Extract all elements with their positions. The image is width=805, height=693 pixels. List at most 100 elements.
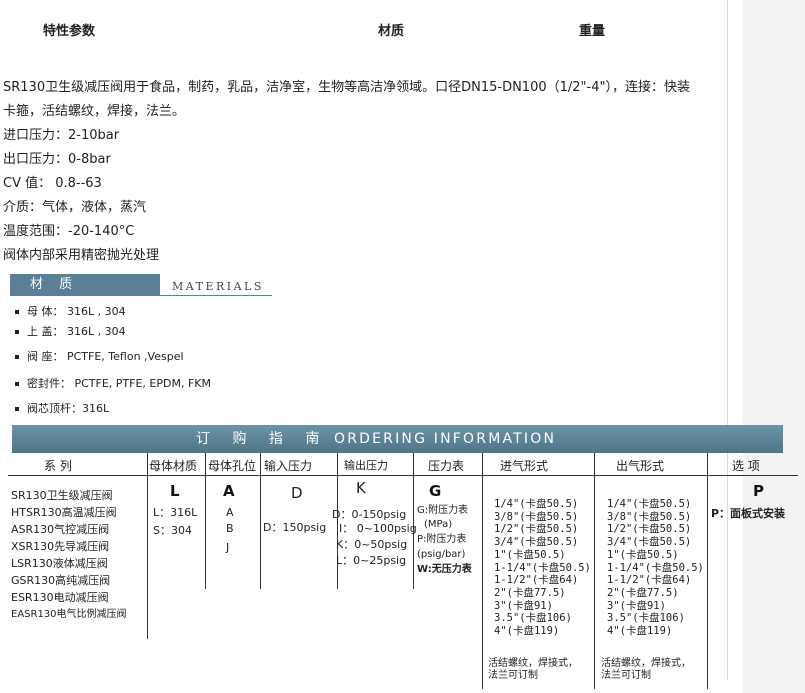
outlet-pressure-option: L：0~25psig [336,554,407,567]
gauge-option: W:无压力表 [417,564,472,575]
col-divider [413,453,414,589]
inlet-form-option: 1-1/4"(卡盘50.5) [494,561,591,574]
outlet-form-option: 1"(卡盘50.5) [607,548,679,561]
outlet-form-option: 1/4"(卡盘50.5) [607,498,692,510]
code-gauge: G [429,482,442,500]
inlet-form-option: 3/8"(卡盘50.5) [494,510,579,523]
body-material-option: S：304 [153,524,192,537]
ordering-table: 系 列 母体材质 母体孔位 输入压力 输出压力 压力表 进气形式 出气形式 选 … [8,453,798,689]
outlet-form-option: 1/2"(卡盘50.5) [607,523,692,536]
col-header-series: 系 列 [44,459,72,473]
code-outlet-pressure: K [356,479,366,497]
material-item: 上 盖： 316L , 304 [15,323,126,339]
inlet-form-option: 2"(卡盘77.5) [494,586,566,599]
ordering-title-cn: 订 购 指 南 [196,431,329,447]
series-item: SR130卫生级减压阀 [11,489,113,502]
ordering-title-bar: 订 购 指 南 ORDERING INFORMATION [12,425,783,453]
inlet-form-option: 3"(卡盘91) [494,599,553,612]
spec-temperature: 温度范围：-20-140°C [3,224,135,239]
bullet-icon [15,355,19,359]
spec-medium: 介质：气体，液体，蒸汽 [3,200,147,215]
col-divider [205,453,206,589]
outlet-form-option: 3"(卡盘91) [607,599,666,612]
outlet-form-option: 2"(卡盘77.5) [607,586,679,599]
header-spec-params: 特性参数 [43,24,96,39]
col-header-outlet-pressure: 输出压力 [344,459,388,472]
col-header-gauge: 压力表 [428,459,465,473]
series-item: ASR130气控减压阀 [11,523,110,536]
materials-title-en: MATERIALS [172,280,264,293]
gauge-option: (MPa) [424,519,453,530]
series-item: ESR130电动减压阀 [11,591,109,604]
bullet-icon [15,330,19,334]
series-item: HTSR130高温减压阀 [11,506,117,519]
inlet-form-option: 3/4"(卡盘50.5) [494,536,579,549]
material-item: 密封件： PCTFE, PTFE, EPDM, FKM [15,375,211,391]
gauge-option: (psig/bar) [417,549,466,560]
inlet-form-note: 法兰可订制 [488,670,538,681]
outlet-form-option: 4"(卡盘119) [607,625,673,637]
spec-outlet-pressure: 出口压力：0-8bar [3,152,111,167]
col-divider [707,453,708,689]
header-weight: 重量 [579,24,606,39]
outlet-form-note: 活结螺纹，焊接式， [601,658,691,669]
col-divider [482,453,483,689]
series-item: LSR130液体减压阀 [11,557,108,570]
outlet-pressure-option: D：0-150psig [332,508,407,521]
series-item: EASR130电气比例减压阀 [11,609,127,620]
bullet-icon [15,382,19,386]
inlet-pressure-option: D：150psig [263,521,327,534]
material-item: 阀芯顶杆：316L [15,400,109,416]
code-body-material: L [170,482,180,500]
description-line-1: SR130卫生级减压阀用于食品，制药，乳品，洁净室，生物等高洁净领域。口径DN1… [3,80,690,95]
inlet-form-note: 活结螺纹，焊接式， [488,658,578,669]
ordering-title-en: ORDERING INFORMATION [334,431,557,447]
inlet-form-option: 3.5"(卡盘106) [494,612,572,625]
header-material: 材质 [378,24,405,39]
spec-polish: 阀体内部采用精密抛光处理 [3,248,160,263]
option-text: P：面板式安装 [711,507,786,520]
table-header-rule [8,475,798,476]
inlet-form-option: 4"(卡盘119) [494,625,560,637]
outlet-form-option: 3/4"(卡盘50.5) [607,536,692,549]
materials-rule [10,295,272,296]
description-line-2: 卡箍，活结螺纹，焊接，法兰。 [3,104,186,119]
gauge-option: P:附压力表 [417,534,467,545]
spec-inlet-pressure: 进口压力：2-10bar [3,128,120,143]
col-header-option: 选 项 [732,459,760,473]
col-header-port: 母体孔位 [208,459,257,473]
outlet-form-option: 3.5"(卡盘106) [607,612,685,625]
code-option: P [753,482,764,500]
material-item: 阀 座： PCTFE, Teflon ,Vespel [15,348,184,364]
material-item: 母 体： 316L , 304 [15,303,126,319]
outlet-form-note: 法兰可订制 [601,670,651,681]
col-header-outlet-form: 出气形式 [616,459,665,473]
outlet-pressure-option: I： 0~100psig [339,522,417,535]
gauge-option: G:附压力表 [417,505,469,516]
materials-title-bar: 材 质 [10,274,160,295]
col-header-inlet-pressure: 输入压力 [264,459,313,473]
body-material-option: L：316L [153,506,198,519]
outlet-form-option: 3/8"(卡盘50.5) [607,510,692,523]
col-divider [594,453,595,689]
col-divider [260,453,261,589]
inlet-form-option: 1"(卡盘50.5) [494,548,566,561]
col-header-inlet-form: 进气形式 [500,459,549,473]
bullet-icon [15,310,19,314]
inlet-form-option: 1/4"(卡盘50.5) [494,498,579,510]
outlet-pressure-option: K：0~50psig [336,538,408,551]
outlet-form-option: 1-1/4"(卡盘50.5) [607,561,704,574]
bullet-icon [15,407,19,411]
inlet-form-option: 1/2"(卡盘50.5) [494,523,579,536]
code-inlet-pressure: D [291,484,303,502]
series-item: XSR130先导减压阀 [11,540,110,553]
port-option: J [226,541,230,554]
port-option: B [226,522,234,535]
outlet-form-option: 1-1/2"(卡盘64) [607,574,692,587]
code-port: A [223,482,235,500]
col-header-body-material: 母体材质 [149,459,198,473]
col-divider [147,453,148,639]
inlet-form-option: 1-1/2"(卡盘64) [494,574,579,587]
port-option: A [226,506,234,519]
spec-cv: CV 值： 0.8--63 [3,176,102,191]
